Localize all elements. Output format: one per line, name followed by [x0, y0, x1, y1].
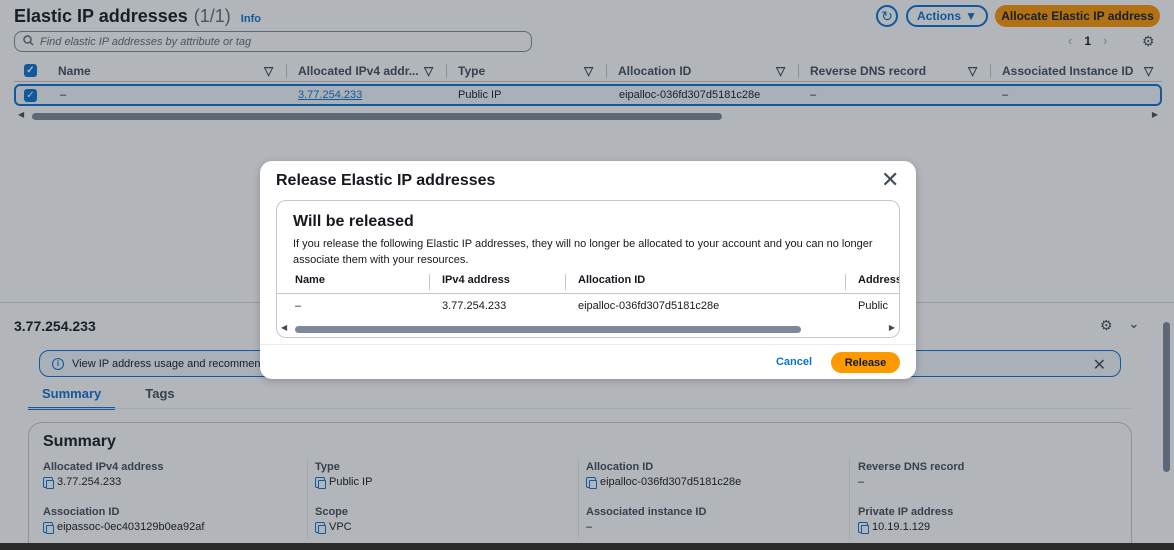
release-button[interactable]: Release — [831, 352, 900, 373]
scrollbar-thumb[interactable] — [295, 326, 801, 333]
modal-column-allocation-id: Allocation ID — [578, 274, 646, 286]
cancel-button[interactable]: Cancel — [767, 352, 821, 372]
modal-column-ipv4: IPv4 address — [442, 274, 510, 286]
section-description: If you release the following Elastic IP … — [293, 238, 873, 266]
modal-row-allocation-id: eipalloc-036fd307d5181c28e — [578, 300, 720, 312]
modal-title: Release Elastic IP addresses — [276, 172, 496, 189]
modal-row-address-type: Public — [858, 300, 888, 312]
scroll-right-icon[interactable]: ▶ — [889, 323, 895, 332]
will-be-released-container: Will be released If you release the foll… — [276, 200, 900, 338]
modal-column-address: Address — [858, 274, 900, 286]
modal-row-name: – — [295, 300, 302, 312]
column-divider — [845, 274, 846, 290]
scroll-left-icon[interactable]: ◀ — [281, 323, 287, 332]
column-divider — [429, 274, 430, 290]
column-divider — [565, 274, 566, 290]
bottom-bar — [0, 543, 1174, 550]
modal-table-header-line — [277, 293, 899, 294]
modal-footer-divider — [260, 344, 916, 345]
modal-table-scrollbar[interactable]: ◀ ▶ — [281, 323, 897, 335]
release-eip-modal: Release Elastic IP addresses ✕ Will be r… — [260, 161, 916, 379]
section-title: Will be released — [293, 213, 414, 230]
modal-column-name: Name — [295, 274, 325, 286]
modal-row-ipv4: 3.77.254.233 — [442, 300, 507, 312]
close-icon[interactable]: ✕ — [881, 168, 899, 192]
